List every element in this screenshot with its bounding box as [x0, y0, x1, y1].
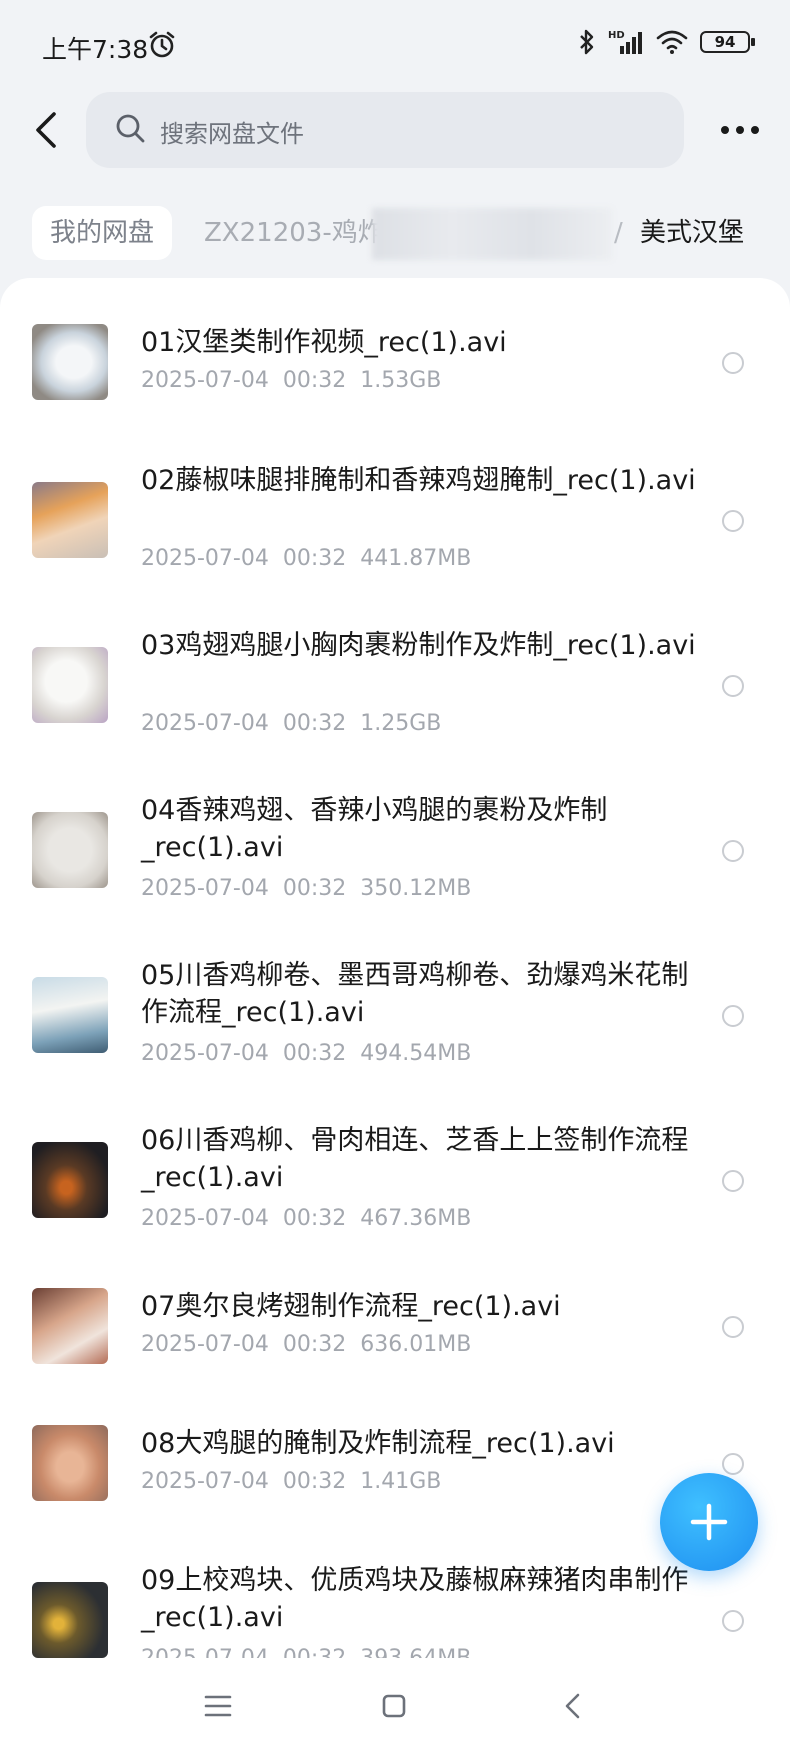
- alarm-clock-icon: [149, 31, 175, 58]
- file-time: 00:32: [283, 1646, 346, 1658]
- select-radio[interactable]: [722, 510, 744, 532]
- video-thumbnail: [32, 324, 108, 400]
- file-meta: 2025-07-04 00:32 636.01MB: [141, 1332, 471, 1357]
- file-meta: 2025-07-04 00:32 350.12MB: [141, 876, 471, 901]
- file-size: 350.12MB: [360, 876, 472, 901]
- file-date: 2025-07-04: [141, 1206, 269, 1231]
- file-size: 1.41GB: [360, 1469, 442, 1494]
- file-name: 07奥尔良烤翅制作流程_rec(1).avi: [141, 1291, 561, 1322]
- breadcrumb: 我的网盘 ZX21203-鸡炸 / 美式汉堡: [0, 200, 790, 266]
- file-meta: 2025-07-04 00:32 1.53GB: [141, 368, 441, 393]
- file-meta: 2025-07-04 00:32 393.64MB: [141, 1646, 471, 1658]
- file-date: 2025-07-04: [141, 368, 269, 393]
- select-radio[interactable]: [722, 1170, 744, 1192]
- file-date: 2025-07-04: [141, 876, 269, 901]
- select-radio[interactable]: [722, 352, 744, 374]
- file-name: 06川香鸡柳、骨肉相连、芝香上上签制作流程_rec(1).avi: [141, 1125, 689, 1193]
- battery-level: 94: [714, 33, 736, 51]
- file-size: 1.25GB: [360, 711, 442, 736]
- menu-icon[interactable]: [200, 1688, 236, 1724]
- status-time: 上午7:38: [42, 35, 149, 64]
- file-size: 393.64MB: [360, 1646, 471, 1658]
- file-time: 00:32: [282, 711, 347, 736]
- search-input[interactable]: 搜索网盘文件: [86, 92, 684, 168]
- file-name: 08大鸡腿的腌制及炸制流程_rec(1).avi: [141, 1428, 615, 1459]
- file-size: 494.54MB: [360, 1041, 472, 1066]
- back-nav-icon[interactable]: [556, 1688, 592, 1724]
- back-button[interactable]: [28, 108, 68, 152]
- file-time: 00:32: [282, 1206, 347, 1231]
- select-radio[interactable]: [722, 840, 744, 862]
- file-size: 441.87MB: [360, 546, 472, 571]
- file-name: 09上校鸡块、优质鸡块及藤椒麻辣猪肉串制作_rec(1).avi: [141, 1565, 689, 1633]
- file-date: 2025-07-04: [141, 1469, 269, 1494]
- search-placeholder: 搜索网盘文件: [160, 120, 304, 148]
- home-icon[interactable]: [376, 1688, 412, 1724]
- video-thumbnail: [32, 1425, 108, 1501]
- file-date: 2025-07-04: [141, 711, 269, 736]
- breadcrumb-current: 美式汉堡: [640, 218, 745, 248]
- add-button[interactable]: [660, 1473, 758, 1571]
- blurred-region: [372, 208, 612, 260]
- file-time: 00:32: [282, 546, 347, 571]
- file-time: 00:32: [282, 1332, 347, 1357]
- cellular-signal-icon: HD: [608, 30, 642, 54]
- file-date: 2025-07-04: [141, 1332, 269, 1357]
- system-nav-bar: [0, 1658, 790, 1756]
- network-type-label: HD: [608, 30, 625, 41]
- file-time: 00:32: [282, 1469, 347, 1494]
- select-radio[interactable]: [722, 1610, 744, 1632]
- file-date: 2025-07-04: [141, 1646, 269, 1658]
- select-radio[interactable]: [722, 1453, 744, 1475]
- file-meta: 2025-07-04 00:32 1.41GB: [141, 1469, 441, 1494]
- video-thumbnail: [32, 977, 108, 1053]
- file-size: 636.01MB: [360, 1332, 472, 1357]
- file-date: 2025-07-04: [141, 546, 269, 571]
- bluetooth-icon: [580, 29, 594, 55]
- search-icon: [116, 114, 145, 143]
- chevron-left-icon: [36, 112, 56, 148]
- select-radio[interactable]: [722, 675, 744, 697]
- file-meta: 2025-07-04 00:32 441.87MB: [141, 546, 471, 571]
- file-size: 1.53GB: [360, 368, 442, 393]
- file-name: 01汉堡类制作视频_rec(1).avi: [141, 327, 507, 358]
- file-name: 02藤椒味腿排腌制和香辣鸡翅腌制_rec(1).avi: [141, 465, 696, 496]
- file-size: 467.36MB: [360, 1206, 472, 1231]
- file-time: 00:32: [282, 368, 347, 393]
- battery-indicator: 94: [700, 31, 755, 53]
- video-thumbnail: [32, 1582, 108, 1658]
- breadcrumb-root[interactable]: 我的网盘: [32, 206, 173, 260]
- breadcrumb-folder[interactable]: ZX21203-鸡炸: [204, 206, 384, 260]
- video-thumbnail: [32, 812, 108, 888]
- file-date: 2025-07-04: [141, 1041, 269, 1066]
- status-bar: 上午7:38 HD 94: [0, 0, 790, 92]
- file-time: 00:32: [282, 876, 347, 901]
- file-name: 04香辣鸡翅、香辣小鸡腿的裹粉及炸制_rec(1).avi: [141, 795, 608, 863]
- status-icons: HD 94: [578, 28, 755, 56]
- file-name: 05川香鸡柳卷、墨西哥鸡柳卷、劲爆鸡米花制作流程_rec(1).avi: [141, 960, 689, 1028]
- file-list: 01汉堡类制作视频_rec(1).avi 2025-07-04 00:32 1.…: [0, 278, 790, 1658]
- plus-icon: [690, 1503, 728, 1541]
- select-radio[interactable]: [722, 1005, 744, 1027]
- file-meta: 2025-07-04 00:32 1.25GB: [141, 711, 441, 736]
- select-radio[interactable]: [722, 1316, 744, 1338]
- video-thumbnail: [32, 482, 108, 558]
- file-time: 00:32: [282, 1041, 347, 1066]
- video-thumbnail: [32, 1288, 108, 1364]
- file-meta: 2025-07-04 00:32 467.36MB: [141, 1206, 471, 1231]
- file-meta: 2025-07-04 00:32 494.54MB: [141, 1041, 471, 1066]
- video-thumbnail: [32, 647, 108, 723]
- wifi-icon: [656, 30, 688, 54]
- video-thumbnail: [32, 1142, 108, 1218]
- more-options-button[interactable]: [716, 110, 764, 150]
- breadcrumb-separator: /: [614, 218, 623, 248]
- file-name: 03鸡翅鸡腿小胸肉裹粉制作及炸制_rec(1).avi: [141, 630, 696, 661]
